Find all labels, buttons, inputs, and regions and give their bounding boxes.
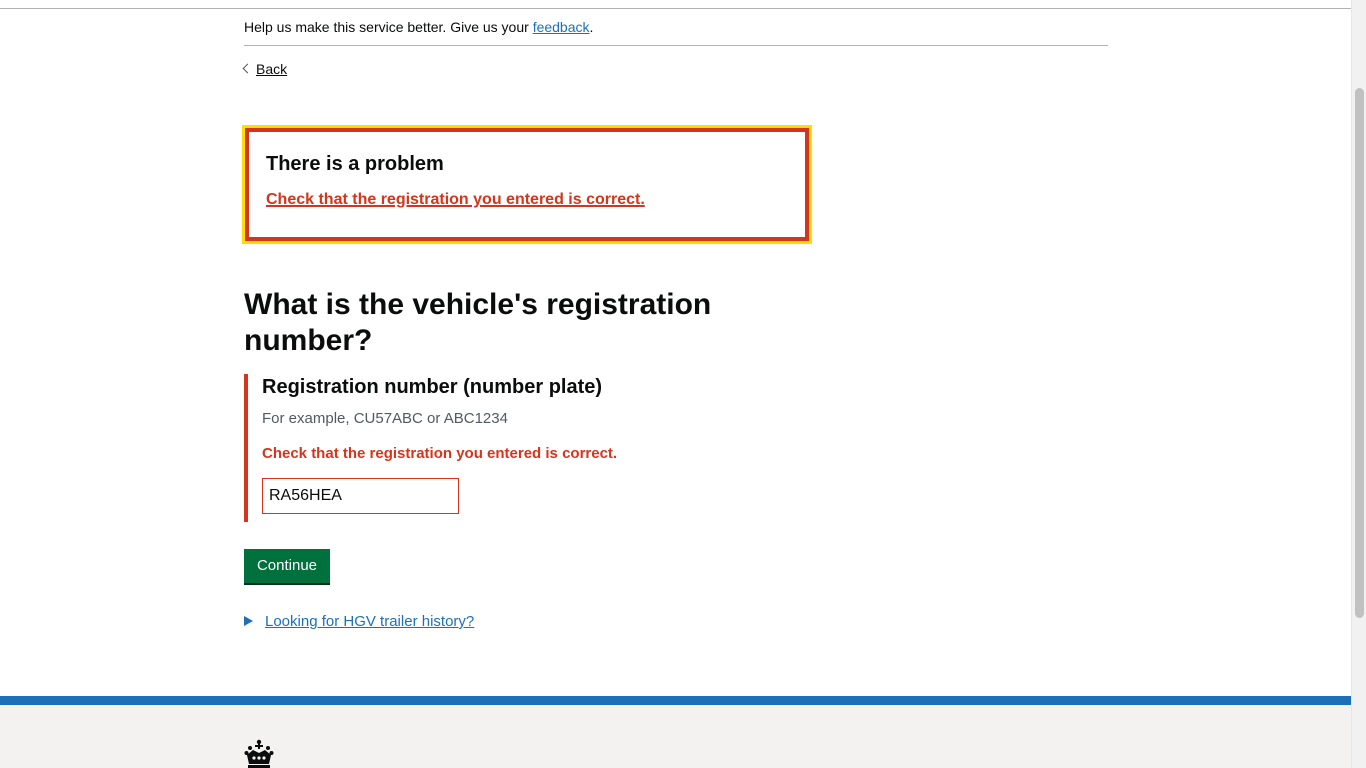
footer (0, 696, 1351, 768)
back-link-label: Back (256, 61, 288, 77)
error-summary: There is a problem Check that the regist… (242, 125, 812, 244)
registration-input[interactable] (262, 478, 459, 514)
registration-form-group: Registration number (number plate) For e… (244, 374, 724, 522)
back-chevron-icon (242, 63, 253, 74)
back-link[interactable]: Back (242, 61, 288, 78)
registration-label: Registration number (number plate) (262, 376, 603, 398)
continue-button[interactable]: Continue (244, 549, 330, 583)
error-summary-title: There is a problem (266, 153, 444, 175)
header-divider (0, 8, 1351, 9)
phase-banner-text: Help us make this service better. Give u… (244, 19, 529, 35)
page-title: What is the vehicle's registration numbe… (244, 288, 712, 357)
scrollbar-thumb[interactable] (1355, 88, 1364, 618)
page: Help us make this service better. Give u… (0, 0, 1351, 768)
scrollbar[interactable] (1351, 0, 1366, 768)
error-summary-link[interactable]: Check that the registration you entered … (266, 191, 645, 208)
phase-banner-end: . (589, 19, 594, 35)
crown-icon (244, 739, 274, 768)
expand-triangle-icon (244, 616, 253, 626)
registration-error-message: Check that the registration you entered … (262, 445, 618, 462)
trailer-history-details[interactable]: Looking for HGV trailer history? (244, 612, 474, 632)
phase-banner: Help us make this service better. Give u… (244, 19, 1108, 46)
registration-hint: For example, CU57ABC or ABC1234 (262, 410, 508, 427)
feedback-link[interactable]: feedback (533, 19, 590, 35)
trailer-history-link[interactable]: Looking for HGV trailer history? (265, 613, 474, 630)
